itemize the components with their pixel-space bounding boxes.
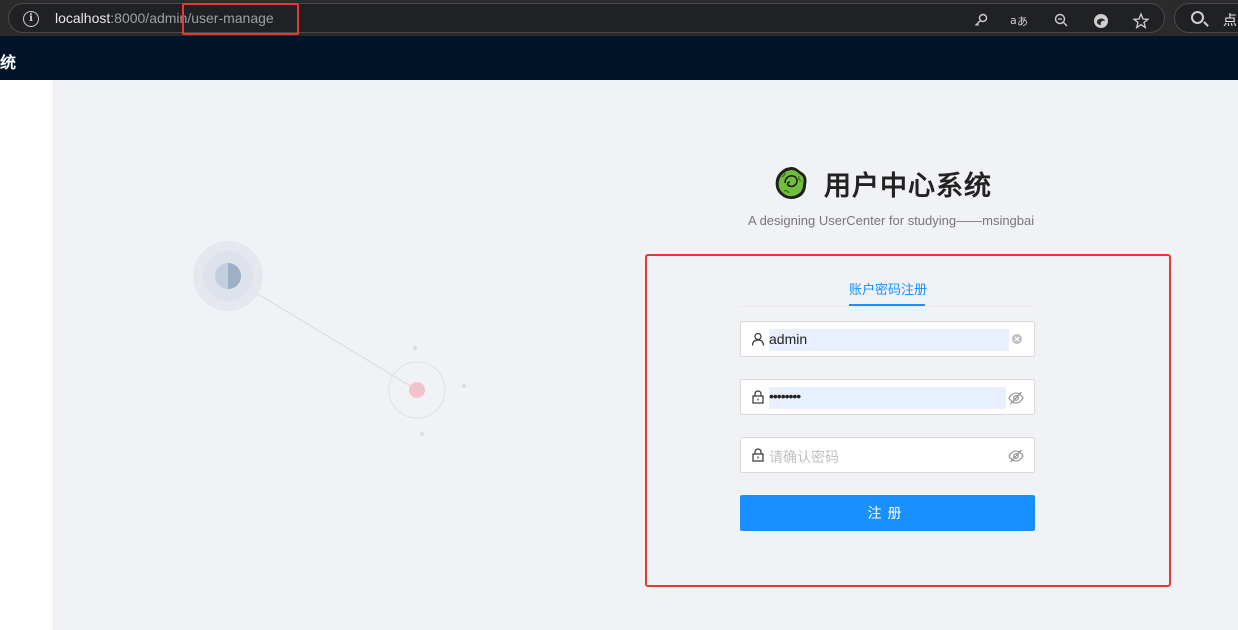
svg-text:あ: あ xyxy=(1017,15,1028,28)
username-field[interactable]: admin xyxy=(740,321,1035,357)
favorite-star-icon[interactable] xyxy=(1131,12,1151,32)
browser-search-box[interactable]: 点 xyxy=(1174,3,1238,33)
svg-text:a: a xyxy=(1010,14,1017,27)
brand: 用户中心系统 xyxy=(772,163,992,203)
search-icon xyxy=(1191,11,1204,24)
zoom-out-icon[interactable] xyxy=(1051,12,1071,32)
edge-extension-icon[interactable] xyxy=(1091,12,1111,32)
lock-icon xyxy=(752,448,764,462)
eye-invisible-icon[interactable] xyxy=(1008,390,1024,406)
annotation-box-url xyxy=(182,3,299,35)
app-header: 统 xyxy=(0,36,1238,80)
background-decoration xyxy=(193,241,467,437)
key-icon[interactable] xyxy=(971,12,991,32)
url-host: localhost xyxy=(55,10,111,26)
site-info-icon[interactable]: i xyxy=(23,11,39,27)
username-value[interactable]: admin xyxy=(769,331,807,347)
search-label: 点 xyxy=(1223,12,1237,28)
browser-toolbar: i localhost:8000/admin/user-manage aあ 点 xyxy=(0,0,1238,36)
tab-active-indicator xyxy=(849,304,925,306)
left-sider xyxy=(0,80,52,630)
autofill-highlight xyxy=(769,387,1006,409)
translate-icon[interactable]: aあ xyxy=(1009,12,1029,32)
logo-icon xyxy=(775,167,807,199)
password-field[interactable]: •••••••• xyxy=(740,379,1035,415)
eye-invisible-icon[interactable] xyxy=(1008,448,1024,464)
lock-icon xyxy=(752,390,764,404)
register-button[interactable]: 注册 xyxy=(740,495,1035,531)
brand-subtitle: A designing UserCenter for studying——msi… xyxy=(748,213,1035,228)
user-icon xyxy=(751,332,765,346)
tab-account-register[interactable]: 账户密码注册 xyxy=(849,279,927,298)
confirm-password-placeholder[interactable]: 请确认密码 xyxy=(769,447,839,467)
app-header-title: 统 xyxy=(0,55,17,72)
clear-icon[interactable] xyxy=(1011,333,1023,345)
password-value[interactable]: •••••••• xyxy=(769,388,801,404)
brand-title: 用户中心系统 xyxy=(824,170,992,201)
login-tabs: 账户密码注册 xyxy=(740,270,1035,307)
confirm-password-field[interactable]: 请确认密码 xyxy=(740,437,1035,473)
